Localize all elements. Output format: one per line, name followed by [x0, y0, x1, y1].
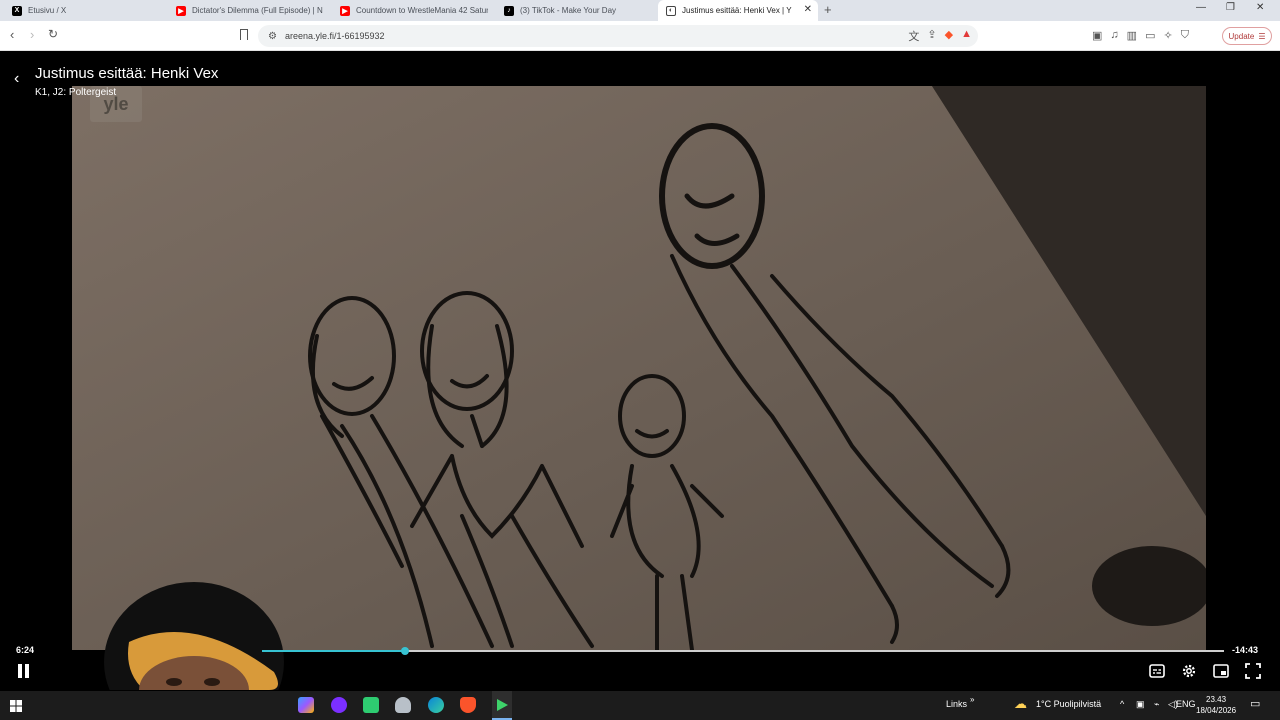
- notifications-icon[interactable]: ▭: [1250, 697, 1260, 710]
- close-window-icon[interactable]: ✕: [1256, 2, 1264, 13]
- leo-ai-icon[interactable]: ✧: [1163, 29, 1172, 42]
- language-indicator[interactable]: ENG: [1176, 699, 1196, 709]
- brave-icon[interactable]: [460, 697, 476, 713]
- reader-mode-icon[interactable]: ▣: [1092, 29, 1102, 42]
- picture-in-picture-icon: [1213, 664, 1229, 678]
- pause-button[interactable]: [18, 664, 30, 678]
- share-icon[interactable]: ⇪: [927, 28, 936, 44]
- gear-icon: [1182, 664, 1196, 678]
- picture-in-picture-button[interactable]: [1212, 662, 1230, 680]
- youtube-icon: ▶: [340, 5, 350, 16]
- chevron-up-icon[interactable]: »: [970, 695, 974, 704]
- seek-bar-handle[interactable]: [401, 647, 410, 655]
- links-toolbar[interactable]: Links: [946, 699, 967, 709]
- wallet-icon[interactable]: ▭: [1145, 29, 1155, 42]
- site-settings-icon[interactable]: ⚙: [268, 31, 277, 42]
- update-label: Update: [1228, 31, 1255, 41]
- media-player-icon[interactable]: [494, 697, 510, 713]
- bookmark-icon[interactable]: [240, 29, 248, 40]
- fullscreen-icon: [1245, 663, 1261, 679]
- sidebar-icon[interactable]: ▥: [1127, 29, 1137, 42]
- menu-icon: ☰: [1258, 31, 1266, 41]
- tray-chevron-icon[interactable]: ^: [1120, 699, 1124, 709]
- tiktok-icon: ♪: [504, 5, 514, 16]
- minimize-icon[interactable]: —: [1196, 2, 1206, 13]
- tab-dictators-dilemma[interactable]: ▶ Dictator's Dilemma (Full Episode) | N: [168, 0, 332, 21]
- settings-button[interactable]: [1180, 662, 1198, 680]
- video-image: [72, 86, 1206, 650]
- fullscreen-button[interactable]: [1244, 662, 1262, 680]
- translate-icon[interactable]: 文: [908, 28, 919, 44]
- tab-strip: X Etusivu / X ▶ Dictator's Dilemma (Full…: [0, 0, 1280, 21]
- elapsed-time: 6:24: [16, 645, 35, 655]
- youtube-icon: ▶: [176, 5, 186, 16]
- tab-title: Dictator's Dilemma (Full Episode) | N: [192, 6, 323, 15]
- copilot-icon[interactable]: [298, 697, 314, 713]
- tab-title: Countdown to WrestleMania 42 Satur: [356, 6, 488, 15]
- tab-title: Etusivu / X: [28, 6, 67, 15]
- restore-icon[interactable]: ❐: [1226, 2, 1235, 13]
- weather-text[interactable]: 1°C Puolipilvistä: [1036, 699, 1101, 709]
- windows-taskbar: Links » ☁ 1°C Puolipilvistä ^ ▣ ⌁ ◁) ENG…: [0, 691, 1280, 720]
- url-text: areena.yle.fi/1-66195932: [284, 31, 385, 41]
- seek-bar[interactable]: [262, 647, 1224, 655]
- subtitles-button[interactable]: [1148, 662, 1166, 680]
- edge-icon[interactable]: [428, 697, 444, 713]
- video-frame[interactable]: [72, 86, 1206, 650]
- subtitles-icon: [1149, 664, 1165, 678]
- tab-title: (3) TikTok - Make Your Day: [520, 6, 617, 15]
- taskbar-clock[interactable]: 23.43 18/04/2026: [1196, 694, 1236, 716]
- tab-x[interactable]: X Etusivu / X: [4, 0, 168, 21]
- brave-shields-icon[interactable]: ◆: [945, 28, 953, 44]
- messenger-icon[interactable]: [331, 697, 347, 713]
- seek-bar-progress: [262, 650, 406, 652]
- new-tab-button[interactable]: +: [824, 2, 832, 17]
- x-logo-icon: X: [12, 5, 22, 16]
- forward-icon[interactable]: ›: [30, 27, 34, 42]
- camera-icon[interactable]: ▣: [1136, 699, 1145, 710]
- weather-icon: ☁: [1014, 696, 1027, 711]
- clock-time: 23.43: [1206, 695, 1227, 704]
- brave-rewards-icon[interactable]: ▲: [961, 28, 972, 44]
- shield-app-icon[interactable]: [395, 697, 411, 713]
- video-player[interactable]: yle ‹ Justimus esittää: Henki Vex K1, J2…: [0, 52, 1280, 690]
- close-tab-icon[interactable]: ✕: [804, 4, 812, 15]
- media-icon[interactable]: ♫: [1110, 29, 1118, 42]
- network-icon[interactable]: ⌁: [1154, 699, 1159, 710]
- webcam-overlay: [34, 572, 294, 690]
- tab-title: Justimus esittää: Henki Vex | Y: [682, 6, 792, 15]
- browser-toolbar: ‹ › ↻ ⚙ areena.yle.fi/1-66195932 文 ⇪ ◆ ▲…: [0, 21, 1280, 51]
- clock-date: 18/04/2026: [1196, 706, 1237, 715]
- android-app-icon[interactable]: [363, 697, 379, 713]
- windows-start-icon[interactable]: [10, 700, 22, 712]
- tab-tiktok[interactable]: ♪ (3) TikTok - Make Your Day: [496, 0, 660, 21]
- episode-subtitle: K1, J2: Poltergeist: [35, 87, 117, 98]
- back-icon[interactable]: ‹: [10, 27, 14, 42]
- tab-yle-areena[interactable]: ◐ Justimus esittää: Henki Vex | Y ✕: [658, 0, 818, 21]
- remaining-time: -14:43: [1231, 645, 1258, 655]
- reload-icon[interactable]: ↻: [48, 27, 58, 41]
- player-back-icon[interactable]: ‹: [14, 70, 19, 88]
- program-title: Justimus esittää: Henki Vex: [35, 65, 219, 82]
- address-bar[interactable]: ⚙ areena.yle.fi/1-66195932 文 ⇪ ◆ ▲: [258, 25, 978, 47]
- tab-wrestlemania[interactable]: ▶ Countdown to WrestleMania 42 Satur: [332, 0, 496, 21]
- update-button[interactable]: Update ☰: [1222, 27, 1272, 45]
- yle-areena-icon: ◐: [666, 5, 676, 16]
- vpn-icon[interactable]: ⛉: [1181, 29, 1189, 42]
